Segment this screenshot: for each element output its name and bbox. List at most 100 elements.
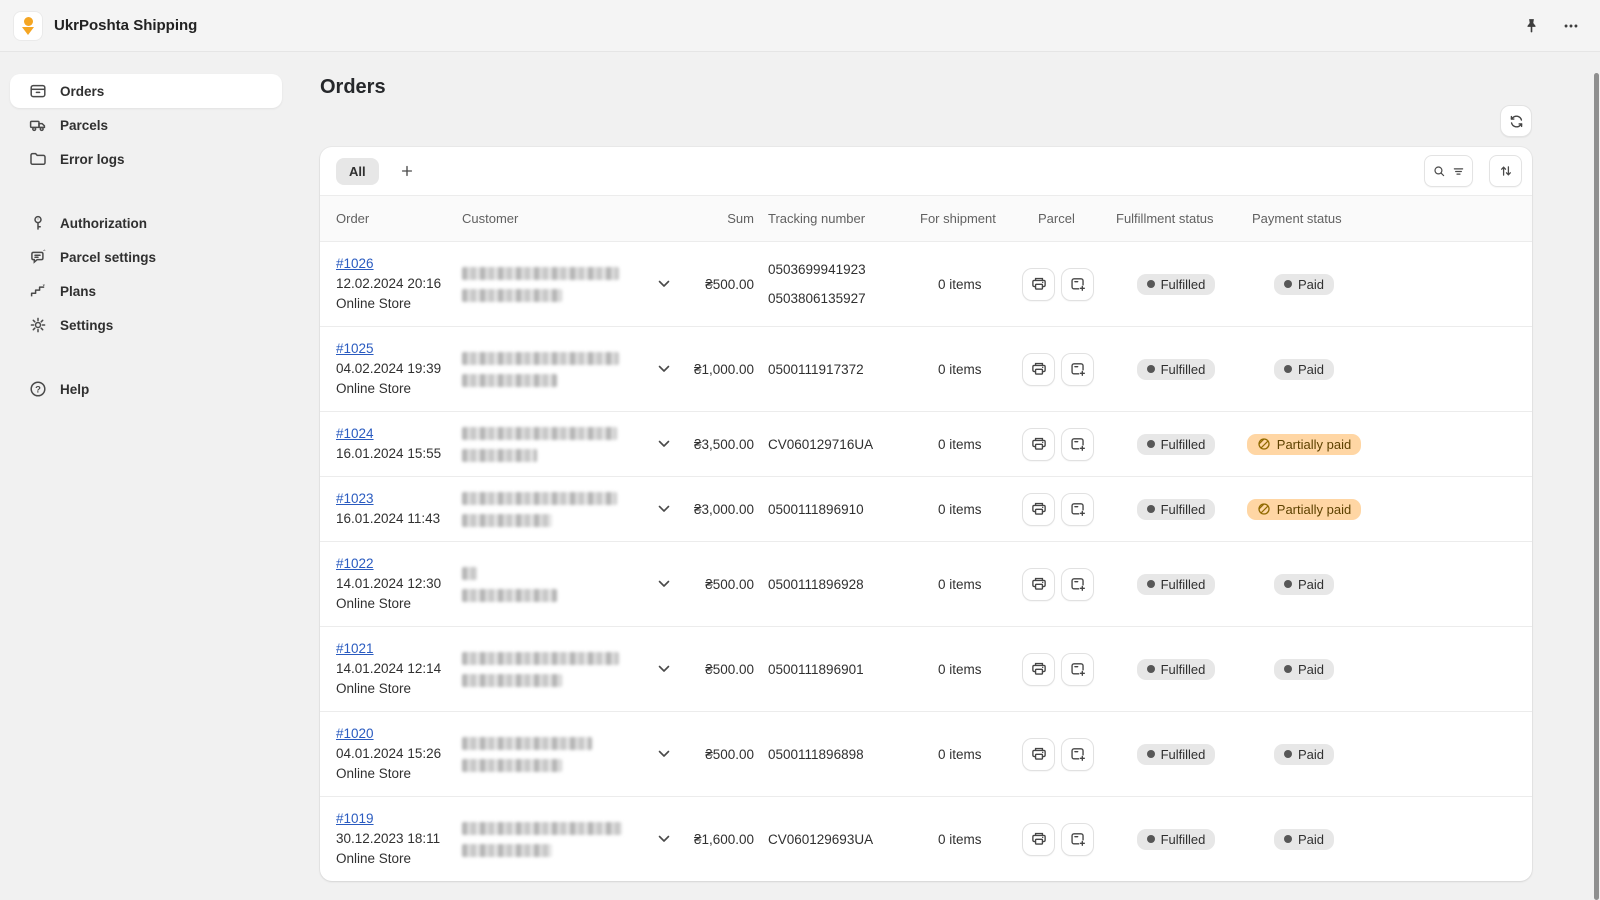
order-link[interactable]: #1024 [336, 426, 374, 441]
table-row[interactable]: #1023 16.01.2024 11:43 ₴3,000.00 0500111… [320, 477, 1532, 542]
payment-cell: Paid [1244, 744, 1364, 765]
order-link[interactable]: #1025 [336, 341, 374, 356]
chevron-down-icon[interactable] [658, 835, 670, 843]
chevron-down-icon[interactable] [658, 580, 670, 588]
print-button[interactable] [1022, 653, 1055, 686]
tracking-cell: 0500111917372 [760, 362, 916, 377]
printer-icon [1030, 360, 1048, 378]
print-button[interactable] [1022, 568, 1055, 601]
for-shipment-value: 0 items [938, 362, 982, 377]
table-row[interactable]: #1025 04.02.2024 19:39 Online Store ₴1,0… [320, 327, 1532, 412]
chevron-down-icon[interactable] [658, 665, 670, 673]
sum-cell: ₴500.00 [676, 747, 760, 762]
order-link[interactable]: #1026 [336, 256, 374, 271]
add-parcel-button[interactable] [1061, 738, 1094, 771]
order-cell: #1026 12.02.2024 20:16 Online Store [320, 254, 448, 314]
col-header-for-shipment: For shipment [916, 211, 1012, 226]
table-row[interactable]: #1022 14.01.2024 12:30 Online Store ₴500… [320, 542, 1532, 627]
fulfillment-badge-label: Fulfilled [1161, 747, 1206, 762]
scrollbar-thumb[interactable] [1594, 73, 1599, 900]
for-shipment-cell: 0 items [916, 747, 1012, 762]
order-datetime: 04.02.2024 19:39 [336, 359, 448, 379]
sidebar-item-plans[interactable]: Plans [10, 274, 282, 308]
pin-icon[interactable] [1523, 17, 1540, 34]
sort-button[interactable] [1489, 155, 1522, 187]
for-shipment-cell: 0 items [916, 577, 1012, 592]
sidebar-item-settings[interactable]: Settings [10, 308, 282, 342]
sidebar-item-authorization[interactable]: Authorization [10, 206, 282, 240]
folder-icon [28, 149, 48, 169]
for-shipment-cell: 0 items [916, 662, 1012, 677]
sync-icon [1508, 113, 1525, 130]
printer-icon [1030, 435, 1048, 453]
payment-badge: Partially paid [1247, 499, 1361, 520]
payment-cell: Partially paid [1244, 499, 1364, 520]
ukrposhta-logo-icon [14, 12, 42, 40]
print-button[interactable] [1022, 428, 1055, 461]
order-link[interactable]: #1021 [336, 641, 374, 656]
sidebar-item-parcels[interactable]: Parcels [10, 108, 282, 142]
fulfillment-dot [1147, 365, 1155, 373]
topbar: UkrPoshta Shipping [0, 0, 1600, 52]
payment-dot [1284, 280, 1292, 288]
order-link[interactable]: #1022 [336, 556, 374, 571]
sidebar-item-orders[interactable]: Orders [10, 74, 282, 108]
payment-dot [1284, 665, 1292, 673]
chevron-down-icon[interactable] [658, 280, 670, 288]
sidebar-item-parcel-settings[interactable]: Parcel settings [10, 240, 282, 274]
add-parcel-button[interactable] [1061, 268, 1094, 301]
payment-cell: Paid [1244, 274, 1364, 295]
chevron-down-icon[interactable] [658, 750, 670, 758]
chevron-down-icon[interactable] [658, 440, 670, 448]
table-row[interactable]: #1019 30.12.2023 18:11 Online Store ₴1,6… [320, 797, 1532, 881]
order-link[interactable]: #1019 [336, 811, 374, 826]
order-link[interactable]: #1023 [336, 491, 374, 506]
search-filter-button[interactable] [1424, 155, 1473, 187]
print-button[interactable] [1022, 268, 1055, 301]
payment-badge: Paid [1274, 274, 1334, 295]
table-row[interactable]: #1024 16.01.2024 15:55 ₴3,500.00 CV06012… [320, 412, 1532, 477]
add-parcel-button[interactable] [1061, 568, 1094, 601]
sort-icon [1498, 163, 1514, 179]
print-button[interactable] [1022, 738, 1055, 771]
fulfillment-dot [1147, 665, 1155, 673]
sum-value: ₴500.00 [705, 277, 754, 292]
printer-icon [1030, 745, 1048, 763]
add-parcel-button[interactable] [1061, 353, 1094, 386]
add-view-button[interactable] [393, 157, 421, 185]
add-parcel-button[interactable] [1061, 823, 1094, 856]
printer-icon [1030, 660, 1048, 678]
customer-redacted-line [462, 289, 562, 302]
add-parcel-button[interactable] [1061, 653, 1094, 686]
overflow-menu-icon[interactable] [1562, 17, 1580, 35]
order-datetime: 04.01.2024 15:26 [336, 744, 448, 764]
print-button[interactable] [1022, 493, 1055, 526]
fulfillment-badge: Fulfilled [1137, 434, 1216, 455]
table-row[interactable]: #1026 12.02.2024 20:16 Online Store ₴500… [320, 242, 1532, 327]
tab-all[interactable]: All [336, 158, 379, 185]
print-button[interactable] [1022, 353, 1055, 386]
customer-redacted-line [462, 674, 562, 687]
col-header-parcel: Parcel [1012, 211, 1108, 226]
sidebar-item-error-logs[interactable]: Error logs [10, 142, 282, 176]
add-parcel-button[interactable] [1061, 493, 1094, 526]
fulfillment-badge: Fulfilled [1137, 829, 1216, 850]
fulfillment-cell: Fulfilled [1108, 659, 1244, 680]
table-row[interactable]: #1021 14.01.2024 12:14 Online Store ₴500… [320, 627, 1532, 712]
table-row[interactable]: #1020 04.01.2024 15:26 Online Store ₴500… [320, 712, 1532, 797]
parcel-cell [1012, 738, 1108, 771]
chevron-down-icon[interactable] [658, 505, 670, 513]
fulfillment-cell: Fulfilled [1108, 829, 1244, 850]
sidebar-item-help[interactable]: ? Help [10, 372, 282, 406]
sidebar-item-label: Authorization [60, 216, 147, 231]
add-parcel-button[interactable] [1061, 428, 1094, 461]
order-link[interactable]: #1020 [336, 726, 374, 741]
fulfillment-badge-label: Fulfilled [1161, 577, 1206, 592]
order-channel: Online Store [336, 294, 448, 314]
chevron-down-icon[interactable] [658, 365, 670, 373]
fulfillment-cell: Fulfilled [1108, 274, 1244, 295]
print-button[interactable] [1022, 823, 1055, 856]
payment-dot [1284, 750, 1292, 758]
sync-button[interactable] [1500, 105, 1532, 137]
gear-icon [28, 315, 48, 335]
